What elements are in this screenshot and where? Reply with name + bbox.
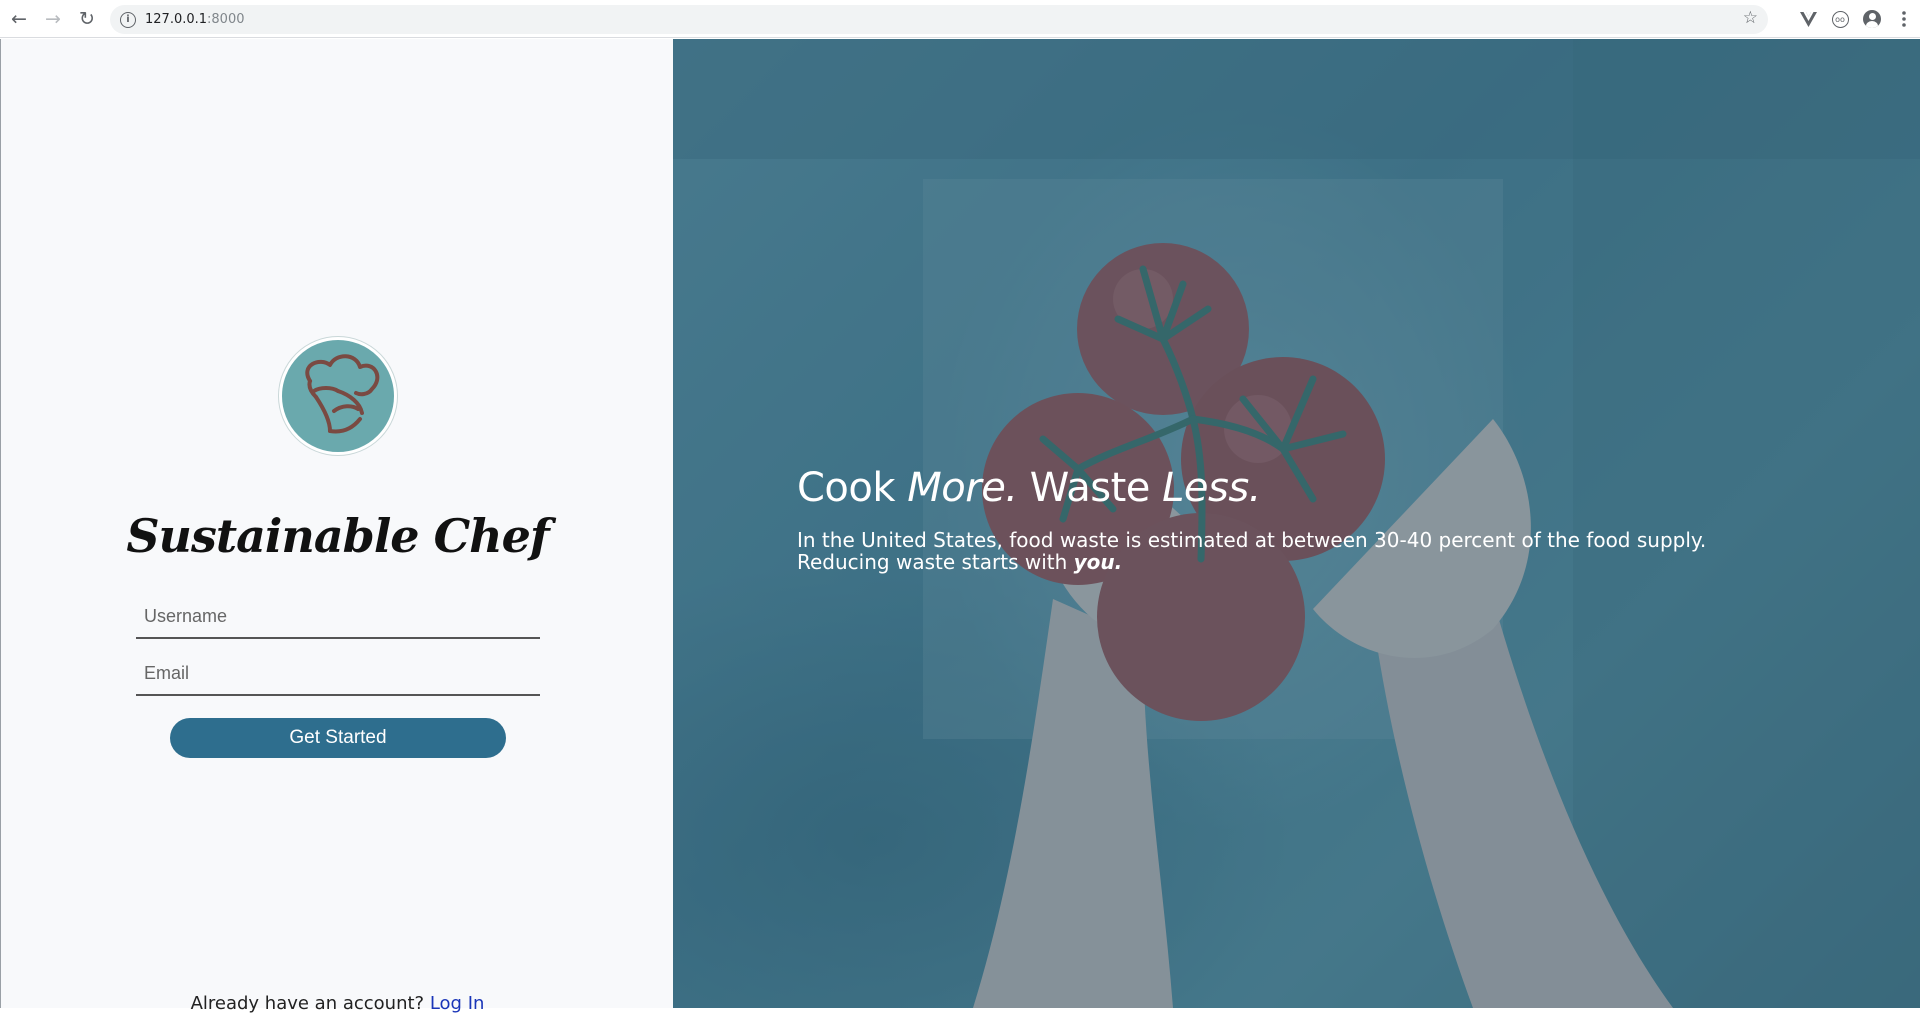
url-text: 127.0.0.1:8000 [145, 12, 245, 27]
browser-toolbar: ← → ↻ i 127.0.0.1:8000 ☆ oo [0, 0, 1920, 38]
username-input[interactable] [136, 595, 540, 639]
arrow-left-icon: ← [11, 7, 27, 30]
info-icon[interactable]: i [120, 11, 136, 28]
extension-ring-icon[interactable]: oo [1824, 3, 1856, 35]
forward-button[interactable]: → [38, 4, 68, 34]
signup-panel: Sustainable Chef Get Started Already hav… [0, 39, 673, 1014]
headline-emphasis-more: More. [907, 465, 1018, 511]
vue-devtools-icon[interactable] [1792, 3, 1824, 35]
chef-hat-icon [305, 354, 380, 434]
login-link[interactable]: Log In [430, 993, 485, 1014]
profile-avatar-icon[interactable] [1856, 3, 1888, 35]
hero-headline: Cook More. Waste Less. [797, 465, 1261, 511]
extensions-area: oo [1792, 0, 1920, 38]
brand-title: Sustainable Chef [126, 509, 549, 563]
reload-button[interactable]: ↻ [72, 4, 102, 34]
brand-logo [279, 337, 397, 455]
email-input[interactable] [136, 652, 540, 696]
address-bar[interactable]: i 127.0.0.1:8000 ☆ [110, 5, 1768, 34]
back-button[interactable]: ← [4, 4, 34, 34]
menu-kebab-icon[interactable] [1888, 3, 1920, 35]
login-prompt-text: Already have an account? [190, 993, 430, 1014]
url-port: :8000 [207, 12, 245, 27]
hero-description: In the United States, food waste is esti… [797, 529, 1757, 573]
hero-panel: Cook More. Waste Less. In the United Sta… [673, 39, 1920, 1008]
headline-part-1: Cook [797, 465, 908, 511]
reload-icon: ↻ [79, 7, 95, 30]
headline-emphasis-less: Less. [1162, 465, 1261, 511]
url-host: 127.0.0.1 [145, 12, 208, 27]
hero-body-text: In the United States, food waste is esti… [797, 528, 1707, 574]
headline-part-2: Waste [1017, 465, 1163, 511]
get-started-button[interactable]: Get Started [170, 718, 506, 758]
hero-image [673, 39, 1920, 1008]
arrow-right-icon: → [45, 7, 61, 30]
bookmark-star-icon[interactable]: ☆ [1743, 8, 1758, 28]
hero-body-emphasis: you. [1073, 550, 1123, 574]
login-prompt: Already have an account? Log In [1, 993, 674, 1014]
